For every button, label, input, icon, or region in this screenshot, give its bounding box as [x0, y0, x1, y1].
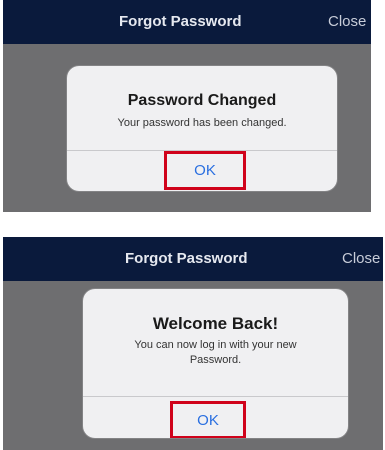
navigation-bar: Forgot Password Close: [3, 237, 383, 281]
screenshot-welcome-back: Forgot Password Close Welcome Back! You …: [3, 237, 383, 450]
alert-dialog: Welcome Back! You can now log in with yo…: [83, 289, 348, 438]
screenshot-password-changed: Forgot Password Close Password Changed Y…: [3, 0, 371, 212]
ok-button[interactable]: OK: [167, 154, 243, 187]
alert-dialog: Password Changed Your password has been …: [67, 66, 337, 191]
highlight-box: OK: [164, 151, 246, 190]
highlight-box: OK: [170, 401, 246, 438]
page: Forgot Password Close Password Changed Y…: [0, 0, 385, 450]
dialog-title: Welcome Back!: [152, 314, 279, 333]
dialog-title: Password Changed: [127, 92, 277, 109]
ok-button[interactable]: OK: [173, 404, 243, 436]
close-button[interactable]: Close: [342, 237, 380, 281]
close-button[interactable]: Close: [328, 0, 366, 44]
dialog-message: You can now log in with your new Passwor…: [134, 339, 297, 366]
dialog-message: Your password has been changed.: [117, 117, 287, 129]
nav-title: Forgot Password: [125, 250, 248, 267]
dialog-divider: [83, 396, 348, 397]
navigation-bar: Forgot Password Close: [3, 0, 371, 44]
nav-title: Forgot Password: [119, 13, 242, 30]
